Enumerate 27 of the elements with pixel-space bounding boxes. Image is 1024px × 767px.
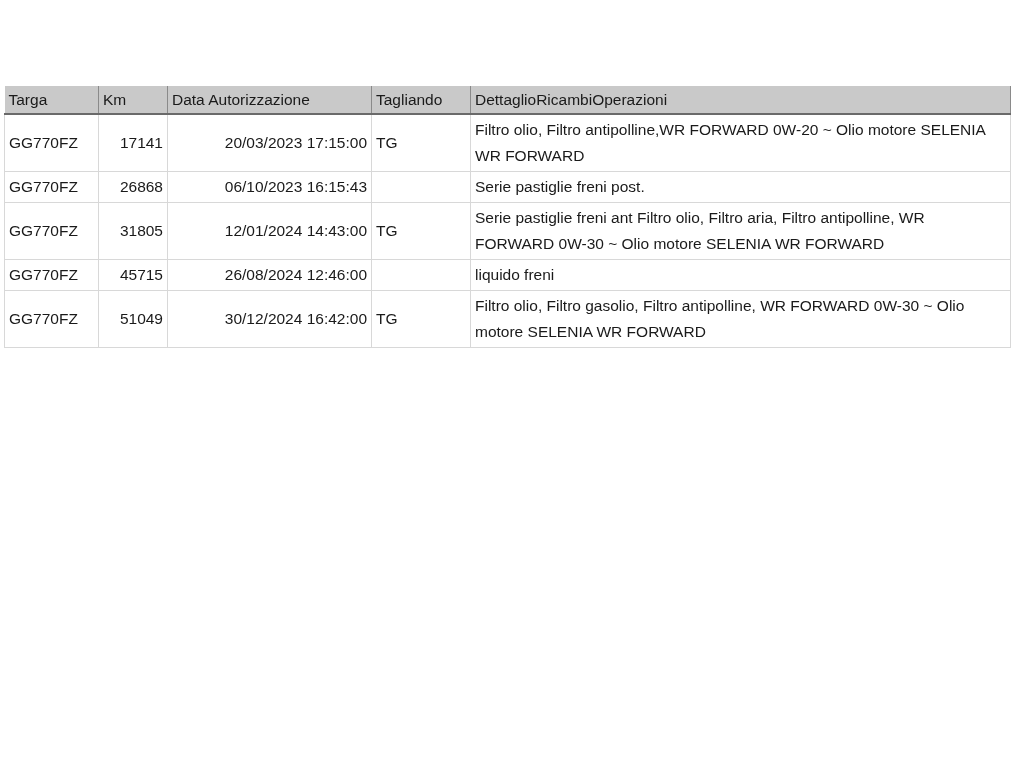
table-cell: GG770FZ <box>4 171 99 203</box>
column-header: Data Autorizzazione <box>167 86 372 114</box>
table-cell: 12/01/2024 14:43:00 <box>167 202 372 260</box>
table-cell: 26868 <box>98 171 168 203</box>
table-cell: 51049 <box>98 290 168 348</box>
table-cell: 17141 <box>98 114 168 172</box>
column-header: Tagliando <box>371 86 471 114</box>
column-header: Km <box>98 86 168 114</box>
table-cell: Filtro olio, Filtro gasolio, Filtro antipolline, WR FORWARD 0W-30 ~ Olio motore SELENIA WR FORWARD <box>470 290 1011 348</box>
table-cell: TG <box>371 290 471 348</box>
table-cell: GG770FZ <box>4 114 99 172</box>
table-cell: Serie pastiglie freni post. <box>470 171 1011 203</box>
column-header: Targa <box>4 86 99 114</box>
table-cell: 45715 <box>98 259 168 291</box>
table-cell: Filtro olio, Filtro antipolline,WR FORWARD 0W-20 ~ Olio motore SELENIA WR FORWARD <box>470 114 1011 172</box>
table-cell: GG770FZ <box>4 290 99 348</box>
table-cell: TG <box>371 114 471 172</box>
table-cell: liquido freni <box>470 259 1011 291</box>
table-cell: GG770FZ <box>4 202 99 260</box>
table-cell: 20/03/2023 17:15:00 <box>167 114 372 172</box>
table-cell: GG770FZ <box>4 259 99 291</box>
table-cell: 31805 <box>98 202 168 260</box>
column-header: DettaglioRicambiOperazioni <box>470 86 1011 114</box>
table-cell: TG <box>371 202 471 260</box>
table-cell: 30/12/2024 16:42:00 <box>167 290 372 348</box>
table-cell: 26/08/2024 12:46:00 <box>167 259 372 291</box>
table-cell: 06/10/2023 16:15:43 <box>167 171 372 203</box>
